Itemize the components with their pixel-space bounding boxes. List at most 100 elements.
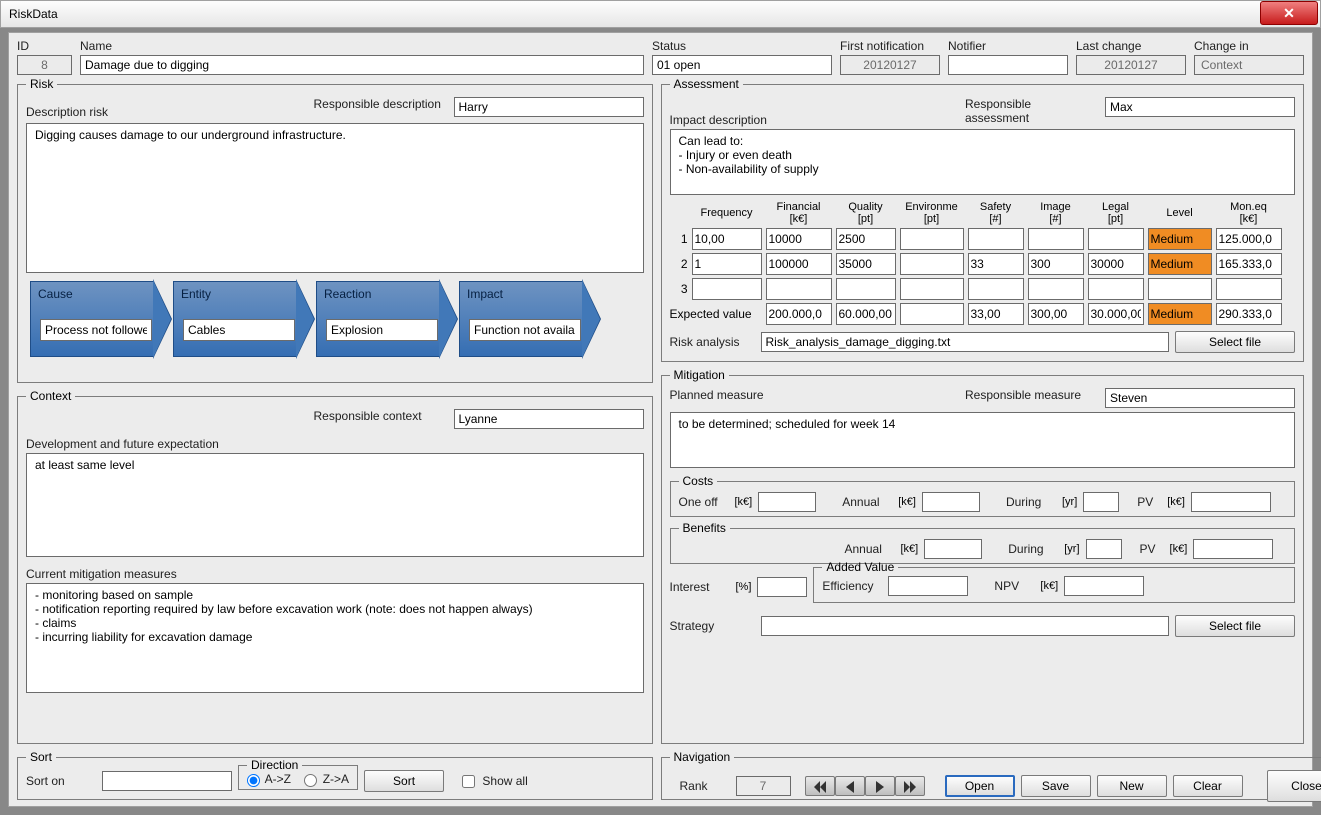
strategy-field[interactable] <box>761 616 1170 636</box>
context-cur-label: Current mitigation measures <box>26 567 644 581</box>
showall-check[interactable]: Show all <box>462 774 528 788</box>
nav-next-button[interactable] <box>865 776 895 796</box>
assess-cell[interactable] <box>1216 253 1282 275</box>
assess-cell[interactable] <box>766 303 832 325</box>
npv-field[interactable] <box>1064 576 1144 596</box>
assess-cell[interactable] <box>766 253 832 275</box>
assess-cell[interactable] <box>1216 228 1282 250</box>
assess-cell[interactable] <box>766 278 832 300</box>
cause-field[interactable] <box>40 319 152 341</box>
name-label: Name <box>80 39 644 53</box>
ben-pv-label: PV <box>1140 542 1164 556</box>
assess-cell[interactable] <box>1148 278 1212 300</box>
assess-cell[interactable] <box>900 228 964 250</box>
assess-cell[interactable] <box>900 253 964 275</box>
row-index: 2 <box>670 257 688 271</box>
id-field <box>17 55 72 75</box>
row-index: 3 <box>670 282 688 296</box>
col-safety: Safety [#] <box>968 201 1024 225</box>
assess-cell[interactable] <box>968 303 1024 325</box>
efficiency-field[interactable] <box>888 576 968 596</box>
ben-pv-field[interactable] <box>1193 539 1273 559</box>
close-button[interactable]: Close <box>1267 770 1321 802</box>
assess-cell[interactable] <box>968 228 1024 250</box>
assess-cell[interactable] <box>968 253 1024 275</box>
assess-cell[interactable] <box>836 228 896 250</box>
new-button[interactable]: New <box>1097 775 1167 797</box>
impact-label: Impact <box>467 287 503 301</box>
assess-cell[interactable] <box>766 228 832 250</box>
nav-first-button[interactable] <box>805 776 835 796</box>
assess-cell[interactable] <box>1148 303 1212 325</box>
riskanalysis-field[interactable] <box>761 332 1170 352</box>
cost-oneoff-field[interactable] <box>758 492 816 512</box>
context-resp-field[interactable] <box>454 409 644 429</box>
row-index: 1 <box>670 232 688 246</box>
assess-cell[interactable] <box>1028 303 1084 325</box>
assess-cell[interactable] <box>900 278 964 300</box>
assess-cell[interactable] <box>1216 303 1282 325</box>
ben-during-field[interactable] <box>1086 539 1122 559</box>
radio-za[interactable]: Z->A <box>304 772 349 786</box>
col-level: Level <box>1148 207 1212 219</box>
cost-pv-field[interactable] <box>1191 492 1271 512</box>
strategy-label: Strategy <box>670 619 755 633</box>
cause-label: Cause <box>38 287 73 301</box>
nav-last-button[interactable] <box>895 776 925 796</box>
strategy-selectfile-button[interactable]: Select file <box>1175 615 1295 637</box>
assessment-group: Assessment Responsible assessment Impact… <box>661 77 1305 362</box>
status-field[interactable] <box>652 55 832 75</box>
assess-cell[interactable] <box>836 253 896 275</box>
riskanalysis-selectfile-button[interactable]: Select file <box>1175 331 1295 353</box>
open-button[interactable]: Open <box>945 775 1015 797</box>
assess-cell[interactable] <box>1148 253 1212 275</box>
assess-cell[interactable] <box>1028 278 1084 300</box>
assess-cell[interactable] <box>1088 253 1144 275</box>
name-field[interactable] <box>80 55 644 75</box>
mit-resp-field[interactable] <box>1105 388 1295 408</box>
ben-annual-field[interactable] <box>924 539 982 559</box>
assess-cell[interactable] <box>1088 303 1144 325</box>
radio-az[interactable]: A->Z <box>247 772 291 786</box>
assess-cell[interactable] <box>968 278 1024 300</box>
context-legend: Context <box>26 389 75 403</box>
notifier-field[interactable] <box>948 55 1068 75</box>
cost-annual-field[interactable] <box>922 492 980 512</box>
assess-cell[interactable] <box>692 253 762 275</box>
planned-box[interactable]: to be determined; scheduled for week 14 <box>670 412 1296 468</box>
risk-resp-label: Responsible description <box>314 97 444 111</box>
nav-prev-button[interactable] <box>835 776 865 796</box>
assess-cell[interactable] <box>1028 228 1084 250</box>
cost-during-field[interactable] <box>1083 492 1119 512</box>
entity-field[interactable] <box>183 319 295 341</box>
assess-cell[interactable] <box>692 278 762 300</box>
id-label: ID <box>17 39 72 53</box>
assess-cell[interactable] <box>692 228 762 250</box>
assess-cell[interactable] <box>1088 278 1144 300</box>
impact-field[interactable] <box>469 319 581 341</box>
clear-button[interactable]: Clear <box>1173 775 1243 797</box>
sort-button[interactable]: Sort <box>364 770 444 792</box>
ben-during-label: During <box>1008 542 1058 556</box>
assess-cell[interactable] <box>1028 253 1084 275</box>
assess-cell[interactable] <box>1088 228 1144 250</box>
assess-cell[interactable] <box>836 278 896 300</box>
risk-resp-field[interactable] <box>454 97 644 117</box>
firstnot-field <box>840 55 940 75</box>
assess-cell[interactable] <box>836 303 896 325</box>
risk-desc-box[interactable]: Digging causes damage to our underground… <box>26 123 644 273</box>
assess-cell[interactable] <box>1148 228 1212 250</box>
close-window-button[interactable]: ✕ <box>1260 1 1318 25</box>
assess-cell[interactable] <box>1216 278 1282 300</box>
sorton-field[interactable] <box>102 771 232 791</box>
cost-during-label: During <box>1006 495 1056 509</box>
chain-cause: Cause <box>30 281 170 357</box>
save-button[interactable]: Save <box>1021 775 1091 797</box>
assess-impact-box[interactable]: Can lead to: - Injury or even death - No… <box>670 129 1296 195</box>
reaction-field[interactable] <box>326 319 438 341</box>
interest-field[interactable] <box>757 577 807 597</box>
assess-cell[interactable] <box>900 303 964 325</box>
context-cur-box[interactable]: - monitoring based on sample - notificat… <box>26 583 644 693</box>
assess-resp-field[interactable] <box>1105 97 1295 117</box>
context-dev-box[interactable]: at least same level <box>26 453 644 557</box>
